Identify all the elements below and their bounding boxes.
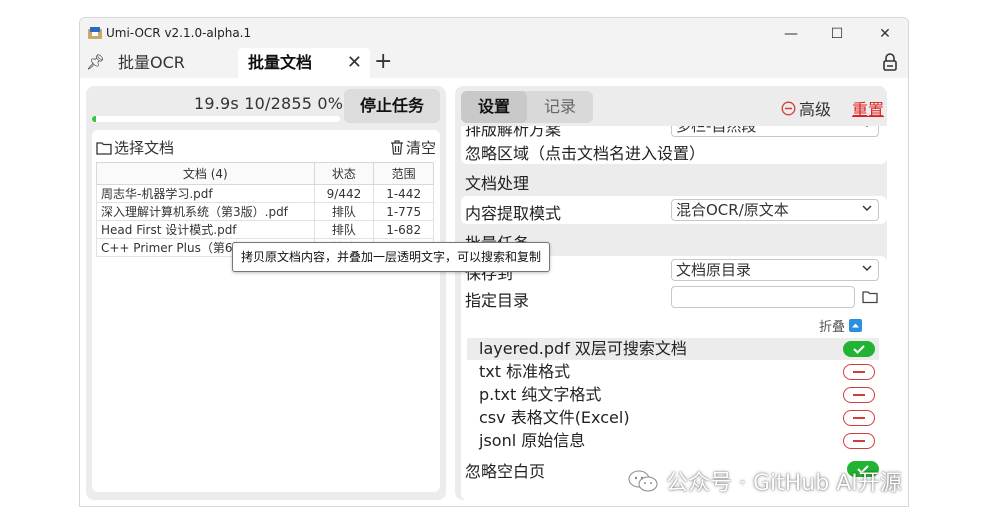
format-label: txt 标准格式 bbox=[479, 362, 571, 381]
minus-circle-icon bbox=[781, 101, 796, 115]
format-row-ptxt[interactable]: p.txt 纯文字格式 bbox=[467, 384, 879, 406]
chevron-down-icon bbox=[866, 126, 868, 127]
main-content: 19.9s 10/2855 0% 停止任务 选择文档 清空 文档 (4) 状态 … bbox=[80, 78, 908, 506]
tooltip: 拷贝原文档内容，并叠加一层透明文字，可以搜索和复制 bbox=[232, 242, 551, 272]
doc-status: 排队 bbox=[313, 202, 375, 221]
tab-records[interactable]: 记录 bbox=[527, 91, 593, 123]
trash-icon bbox=[390, 140, 403, 155]
extract-mode-label: 内容提取模式 bbox=[465, 204, 562, 223]
tab-settings[interactable]: 设置 bbox=[461, 91, 527, 123]
window-title: Umi-OCR v2.1.0-alpha.1 bbox=[106, 26, 252, 40]
reset-button[interactable]: 重置 bbox=[852, 96, 884, 120]
folder-icon[interactable] bbox=[861, 288, 879, 306]
format-toggle[interactable] bbox=[843, 433, 875, 449]
doc-status: 排队 bbox=[313, 220, 375, 239]
section-doc-processing: 文档处理 bbox=[465, 174, 530, 193]
fold-button[interactable]: 折叠 bbox=[819, 316, 863, 335]
layout-card: 排版解析方案 多栏-自然段 忽略区域（点击文档名进入设置） bbox=[461, 126, 887, 164]
layout-label: 排版解析方案 bbox=[465, 126, 562, 139]
advanced-toggle[interactable]: 高级 bbox=[781, 96, 831, 120]
format-row-txt[interactable]: txt 标准格式 bbox=[467, 361, 879, 383]
doc-name[interactable]: Head First 设计模式.pdf bbox=[96, 220, 315, 239]
tab-batch-ocr[interactable]: 批量OCR bbox=[118, 48, 185, 78]
extract-mode-value: 混合OCR/原文本 bbox=[676, 201, 789, 219]
table-header-row: 文档 (4) 状态 范围 bbox=[96, 162, 434, 185]
table-row[interactable]: Head First 设计模式.pdf 排队 1-682 bbox=[96, 220, 434, 239]
lock-icon[interactable] bbox=[882, 53, 898, 71]
format-toggle[interactable] bbox=[843, 341, 875, 357]
settings-panel: 设置 记录 高级 重置 排版解析方案 多栏-自然段 忽略区域（点击文档名进入设置… bbox=[455, 86, 887, 500]
format-label: layered.pdf 双层可搜索文档 bbox=[479, 339, 687, 358]
wechat-icon bbox=[628, 470, 658, 492]
layout-value: 多栏-自然段 bbox=[676, 126, 757, 135]
stop-task-button[interactable]: 停止任务 bbox=[344, 89, 440, 123]
watermark-text: 公众号 · GitHub AI开源 bbox=[666, 471, 902, 496]
doc-status: 9/442 bbox=[313, 184, 375, 203]
doc-range[interactable]: 1-775 bbox=[373, 202, 434, 221]
format-label: jsonl 原始信息 bbox=[479, 431, 586, 450]
document-list-panel: 选择文档 清空 文档 (4) 状态 范围 周志华-机器学习.pdf 9/442 … bbox=[92, 130, 440, 492]
target-dir-label: 指定目录 bbox=[465, 291, 530, 310]
task-stats: 19.9s 10/2855 0% bbox=[194, 94, 344, 113]
table-row[interactable]: 周志华-机器学习.pdf 9/442 1-442 bbox=[96, 184, 434, 203]
progress-fill bbox=[92, 116, 96, 122]
column-header-doc[interactable]: 文档 (4) bbox=[96, 162, 315, 185]
select-docs-label: 选择文档 bbox=[114, 139, 175, 157]
tab-batch-doc-label: 批量文档 bbox=[248, 53, 313, 72]
close-window-button[interactable]: ✕ bbox=[862, 20, 908, 48]
chevron-down-icon bbox=[862, 205, 872, 211]
clear-button[interactable]: 清空 bbox=[390, 137, 436, 158]
format-row-csv[interactable]: csv 表格文件(Excel) bbox=[467, 407, 879, 429]
format-label: csv 表格文件(Excel) bbox=[479, 408, 630, 427]
pin-icon[interactable]: 📌︎ bbox=[86, 53, 105, 71]
add-tab-icon[interactable]: + bbox=[374, 48, 392, 76]
doc-name[interactable]: 深入理解计算机系统（第3版）.pdf bbox=[96, 202, 315, 221]
app-logo-icon bbox=[88, 27, 102, 39]
select-docs-button[interactable]: 选择文档 bbox=[96, 137, 174, 158]
extract-mode-select[interactable]: 混合OCR/原文本 bbox=[671, 199, 879, 221]
doc-range[interactable]: 1-682 bbox=[373, 220, 434, 239]
format-toggle[interactable] bbox=[843, 387, 875, 403]
doc-name[interactable]: 周志华-机器学习.pdf bbox=[96, 184, 315, 203]
maximize-button[interactable]: ☐ bbox=[814, 20, 860, 48]
minimize-button[interactable]: — bbox=[768, 20, 814, 48]
format-toggle[interactable] bbox=[843, 364, 875, 380]
ignore-area-label[interactable]: 忽略区域（点击文档名进入设置） bbox=[465, 140, 705, 164]
format-row-layered-pdf[interactable]: layered.pdf 双层可搜索文档 bbox=[467, 338, 879, 360]
format-label: p.txt 纯文字格式 bbox=[479, 385, 602, 404]
ignore-blank-label: 忽略空白页 bbox=[465, 462, 546, 481]
close-tab-icon[interactable]: ✕ bbox=[347, 48, 362, 78]
column-header-range[interactable]: 范围 bbox=[373, 162, 434, 185]
check-icon bbox=[853, 345, 865, 354]
format-toggle[interactable] bbox=[843, 410, 875, 426]
chevron-down-icon bbox=[862, 265, 872, 271]
folder-icon bbox=[96, 141, 112, 155]
watermark: 公众号 · GitHub AI开源 bbox=[628, 465, 902, 497]
table-row[interactable]: 深入理解计算机系统（第3版）.pdf 排队 1-775 bbox=[96, 202, 434, 221]
batch-task-card: 保存到 文档原目录 指定目录 折叠 layered.pdf 双层可搜索文档 tx… bbox=[461, 256, 887, 500]
settings-tab-group: 设置 记录 bbox=[461, 91, 593, 123]
format-row-jsonl[interactable]: jsonl 原始信息 bbox=[467, 430, 879, 452]
fold-label: 折叠 bbox=[819, 320, 846, 335]
extract-mode-card: 内容提取模式 混合OCR/原文本 bbox=[461, 196, 887, 224]
doc-range[interactable]: 1-442 bbox=[373, 184, 434, 203]
advanced-label: 高级 bbox=[799, 100, 832, 119]
collapse-arrow-icon bbox=[849, 319, 863, 332]
column-header-status[interactable]: 状态 bbox=[313, 162, 375, 185]
tab-batch-doc[interactable]: 批量文档 ✕ bbox=[238, 48, 370, 78]
settings-scroll-area[interactable]: 排版解析方案 多栏-自然段 忽略区域（点击文档名进入设置） 文档处理 内容提取模… bbox=[461, 126, 887, 500]
title-bar: Umi-OCR v2.1.0-alpha.1 — ☐ ✕ bbox=[80, 18, 908, 48]
save-to-select[interactable]: 文档原目录 bbox=[671, 259, 879, 281]
clear-label: 清空 bbox=[405, 139, 436, 157]
progress-bar bbox=[92, 116, 340, 122]
tab-bar: 📌︎ 批量OCR 批量文档 ✕ + bbox=[80, 48, 908, 78]
layout-select[interactable]: 多栏-自然段 bbox=[671, 126, 879, 137]
target-dir-input[interactable] bbox=[671, 286, 855, 308]
save-to-value: 文档原目录 bbox=[676, 261, 752, 279]
task-panel: 19.9s 10/2855 0% 停止任务 选择文档 清空 文档 (4) 状态 … bbox=[86, 86, 446, 500]
